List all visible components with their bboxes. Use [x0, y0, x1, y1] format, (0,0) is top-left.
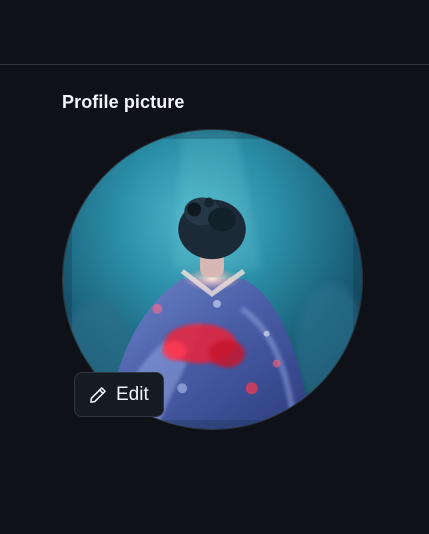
profile-picture-heading: Profile picture [62, 92, 185, 112]
profile-picture-settings: Profile picture Edit [0, 0, 429, 534]
edit-button[interactable]: Edit [74, 372, 164, 417]
top-divider [0, 64, 429, 65]
pencil-icon [88, 385, 108, 405]
edit-button-label: Edit [116, 384, 149, 405]
